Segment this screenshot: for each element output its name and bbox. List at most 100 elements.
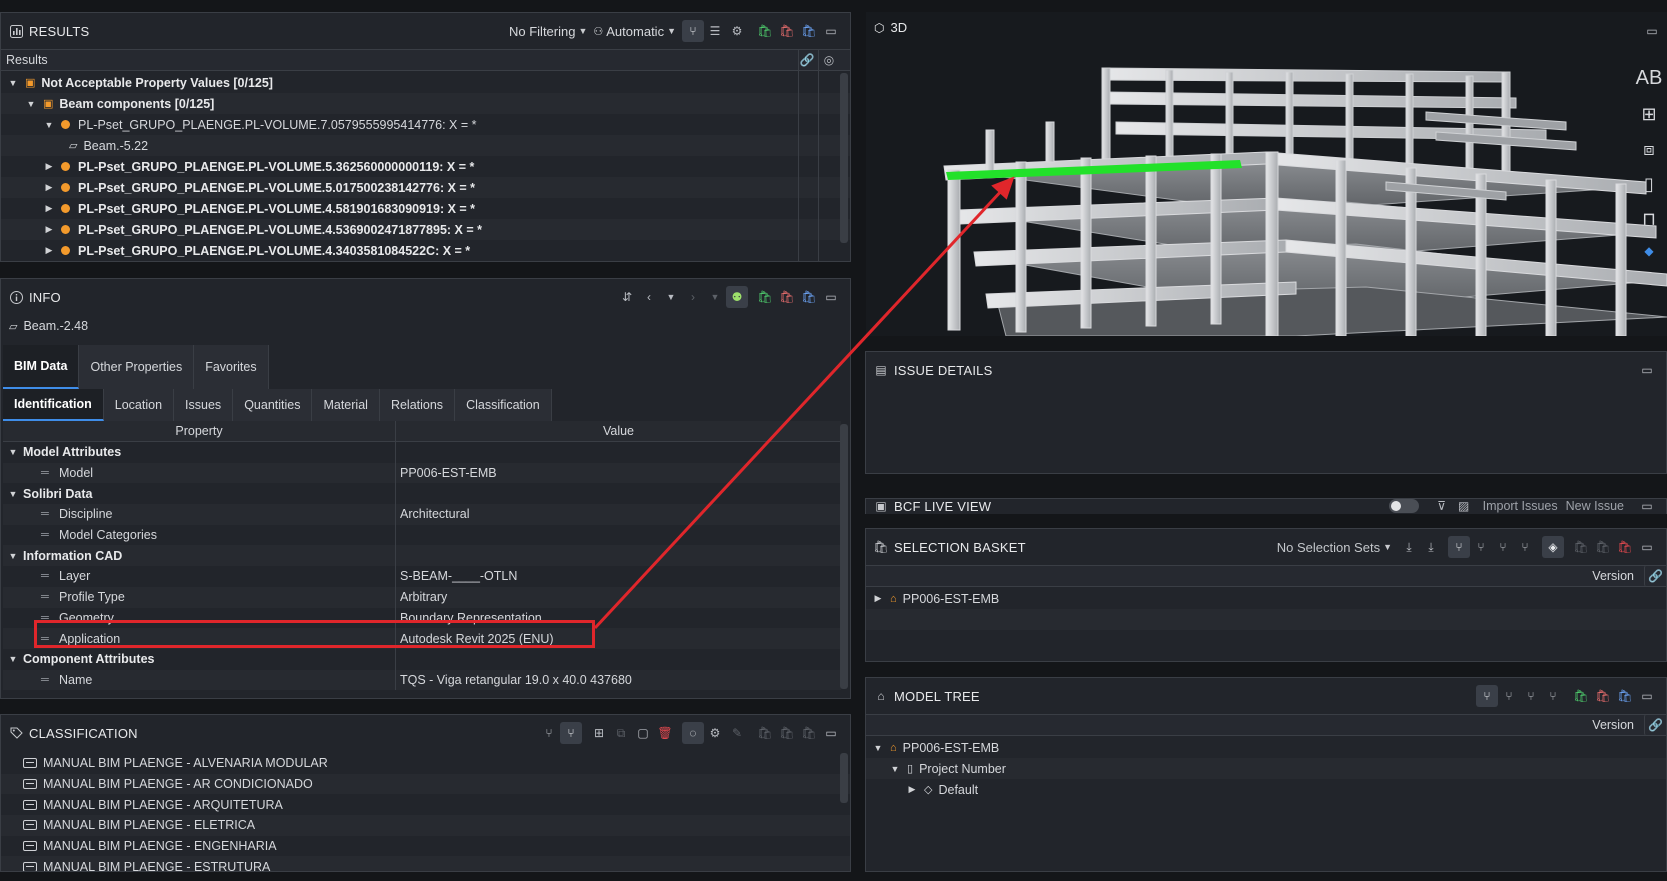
column-header-property[interactable]: Property	[3, 421, 396, 441]
import-icon[interactable]: ⤓	[1398, 536, 1420, 558]
tree-row-default[interactable]: ▶ ◇ Default	[866, 779, 1666, 800]
result-row[interactable]: ▼ PL-Pset_GRUPO_PLAENGE.PL-VOLUME.7.05795…	[1, 114, 850, 135]
tree-row-project[interactable]: ▼ ▯ Project Number	[866, 758, 1666, 779]
copy-icon[interactable]: ⧉	[610, 722, 632, 744]
expand-icon[interactable]: ▶	[870, 593, 886, 604]
tree-collapse-icon[interactable]: ⑂	[1542, 685, 1564, 707]
collapse-icon[interactable]: ▼	[5, 489, 21, 499]
new-file-icon[interactable]: ⊞	[588, 722, 610, 744]
new-issue-button[interactable]: New Issue	[1566, 499, 1624, 513]
property-row[interactable]: ═ Model Categories	[3, 524, 841, 546]
delete-icon[interactable]: 🗑	[654, 722, 676, 744]
collapse-icon[interactable]: ▼	[5, 447, 21, 457]
expand-icon[interactable]: ▶	[904, 784, 920, 795]
link-icon[interactable]: 🔗	[796, 49, 818, 71]
property-group-row[interactable]: ▼ Information CAD	[3, 545, 841, 567]
basket-set-icon[interactable]: 🛍	[1614, 685, 1636, 707]
collapse-icon[interactable]: ▼	[41, 120, 57, 130]
lock-icon[interactable]: ⊓	[1642, 209, 1656, 230]
subtab-quantities[interactable]: Quantities	[233, 389, 313, 421]
classification-item[interactable]: MANUAL BIM PLAENGE - ARQUITETURA	[1, 794, 850, 815]
result-row[interactable]: ▶ PL-Pset_GRUPO_PLAENGE.PL-VOLUME.4.58190…	[1, 198, 850, 219]
expand-icon[interactable]: ▶	[41, 203, 57, 214]
import-issues-button[interactable]: Import Issues	[1483, 499, 1558, 513]
result-row[interactable]: ▶ PL-Pset_GRUPO_PLAENGE.PL-VOLUME.4.34035…	[1, 240, 850, 261]
property-row[interactable]: ═ Model PP006-EST-EMB	[3, 462, 841, 484]
result-row[interactable]: ▼ ▣ Beam components [0/125]	[1, 93, 850, 114]
basket-set-icon[interactable]: 🛍	[798, 20, 820, 42]
subtab-relations[interactable]: Relations	[379, 389, 456, 421]
result-row[interactable]: ▶ PL-Pset_GRUPO_PLAENGE.PL-VOLUME.5.01750…	[1, 177, 850, 198]
basket-set-icon[interactable]: 🛍	[798, 286, 820, 308]
forward-icon[interactable]: ›	[682, 286, 704, 308]
property-group-row[interactable]: ▼ Solibri Data	[3, 483, 841, 505]
basket-clear-icon[interactable]: 🛍	[1614, 536, 1636, 558]
maximize-icon[interactable]: ▭	[1636, 359, 1658, 381]
property-row[interactable]: ═ Discipline Architectural	[3, 504, 841, 525]
classification-scrollbar[interactable]	[840, 753, 848, 803]
collapse-icon[interactable]: ▼	[5, 654, 21, 664]
forward-dropdown-icon[interactable]: ▼	[704, 286, 726, 308]
column-header-version[interactable]: Version	[1592, 718, 1634, 732]
subtab-identification[interactable]: Identification	[3, 389, 104, 421]
results-scrollbar[interactable]	[840, 73, 848, 243]
basket-remove-icon[interactable]: 🛍	[776, 20, 798, 42]
info-scrollbar[interactable]	[840, 424, 848, 689]
folder-icon[interactable]: ▢	[632, 722, 654, 744]
expand-icon[interactable]: ▶	[41, 224, 57, 235]
collapse-icon[interactable]: ▼	[5, 78, 21, 88]
property-row[interactable]: ═ Profile Type Arbitrary	[3, 586, 841, 608]
basket-remove-icon[interactable]: 🛍	[776, 722, 798, 744]
3d-viewer[interactable]: ⬡ 3D ▭ AB ⊞ ⧈ ▯ ⊓ ◆	[866, 12, 1667, 336]
column-header-version[interactable]: Version	[1592, 569, 1634, 583]
document-icon[interactable]: ▯	[1644, 174, 1654, 195]
live-toggle[interactable]	[1388, 499, 1419, 513]
tree-expand-all-icon[interactable]: ⑂	[1520, 685, 1542, 707]
basket-set-icon[interactable]: 🛍	[798, 722, 820, 744]
tree-expand-all-icon[interactable]: ⑂	[1492, 536, 1514, 558]
tree-view-icon[interactable]: ⑂	[682, 20, 704, 42]
focus-icon[interactable]: ◎	[818, 49, 840, 71]
subtab-classification[interactable]: Classification	[455, 389, 552, 421]
property-group-row[interactable]: ▼ Model Attributes	[3, 442, 841, 463]
result-row[interactable]: ▱ Beam.-5.22	[1, 135, 850, 156]
filter-dropdown[interactable]: No Filtering ▼	[509, 24, 587, 39]
mode-dropdown[interactable]: ⚇ Automatic ▼	[593, 24, 676, 39]
tab-other-properties[interactable]: Other Properties	[79, 345, 195, 389]
list-view-icon[interactable]: ☰	[704, 20, 726, 42]
marker-icon[interactable]: ◆	[1644, 244, 1653, 258]
classification-item[interactable]: MANUAL BIM PLAENGE - ESTRUTURA	[1, 856, 850, 871]
collapse-icon[interactable]: ▼	[5, 551, 21, 561]
tree-collapse-icon[interactable]: ⑂	[538, 722, 560, 744]
result-row[interactable]: ▶ PL-Pset_GRUPO_PLAENGE.PL-VOLUME.4.53690…	[1, 219, 850, 240]
classification-item[interactable]: MANUAL BIM PLAENGE - ELETRICA	[1, 815, 850, 836]
result-row[interactable]: ▶ PL-Pset_GRUPO_PLAENGE.PL-VOLUME.5.36256…	[1, 156, 850, 177]
text-annotation-tool[interactable]: AB	[1636, 67, 1663, 90]
edit-icon[interactable]: ✎	[726, 722, 748, 744]
tab-bim-data[interactable]: BIM Data	[3, 345, 80, 389]
back-icon[interactable]: ‹	[638, 286, 660, 308]
basket-remove-icon[interactable]: 🛍	[1592, 685, 1614, 707]
maximize-icon[interactable]: ▭	[820, 722, 842, 744]
maximize-icon[interactable]: ▭	[1636, 536, 1658, 558]
basket-model-row[interactable]: ▶ ⌂ PP006-EST-EMB	[866, 588, 1666, 609]
tree-collapse-icon[interactable]: ⑂	[1514, 536, 1536, 558]
subtab-location[interactable]: Location	[103, 389, 175, 421]
subtab-material[interactable]: Material	[312, 389, 380, 421]
expand-icon[interactable]: ▶	[41, 245, 57, 256]
visibility-off-icon[interactable]: ◌	[682, 722, 704, 744]
sort-icon[interactable]: ⇵	[616, 286, 638, 308]
result-row[interactable]: ▼ ▣ Not Acceptable Property Values [0/125]	[1, 72, 850, 93]
image-icon[interactable]: ▨	[1453, 499, 1475, 514]
collapse-icon[interactable]: ▼	[887, 764, 903, 774]
visibility-icon[interactable]: ◈	[1542, 536, 1564, 558]
expand-icon[interactable]: ▶	[41, 182, 57, 193]
tree-expand-icon[interactable]: ⑂	[560, 722, 582, 744]
export-icon[interactable]: ⤓	[1420, 536, 1442, 558]
selection-sets-dropdown[interactable]: No Selection Sets ▼	[1277, 540, 1392, 555]
link-icon[interactable]: 🔗	[1644, 565, 1666, 587]
basket-add-icon[interactable]: 🛍	[754, 20, 776, 42]
tab-favorites[interactable]: Favorites	[194, 345, 269, 389]
section-icon[interactable]: ⧈	[1643, 139, 1654, 160]
classification-item[interactable]: MANUAL BIM PLAENGE - ALVENARIA MODULAR	[1, 753, 850, 774]
